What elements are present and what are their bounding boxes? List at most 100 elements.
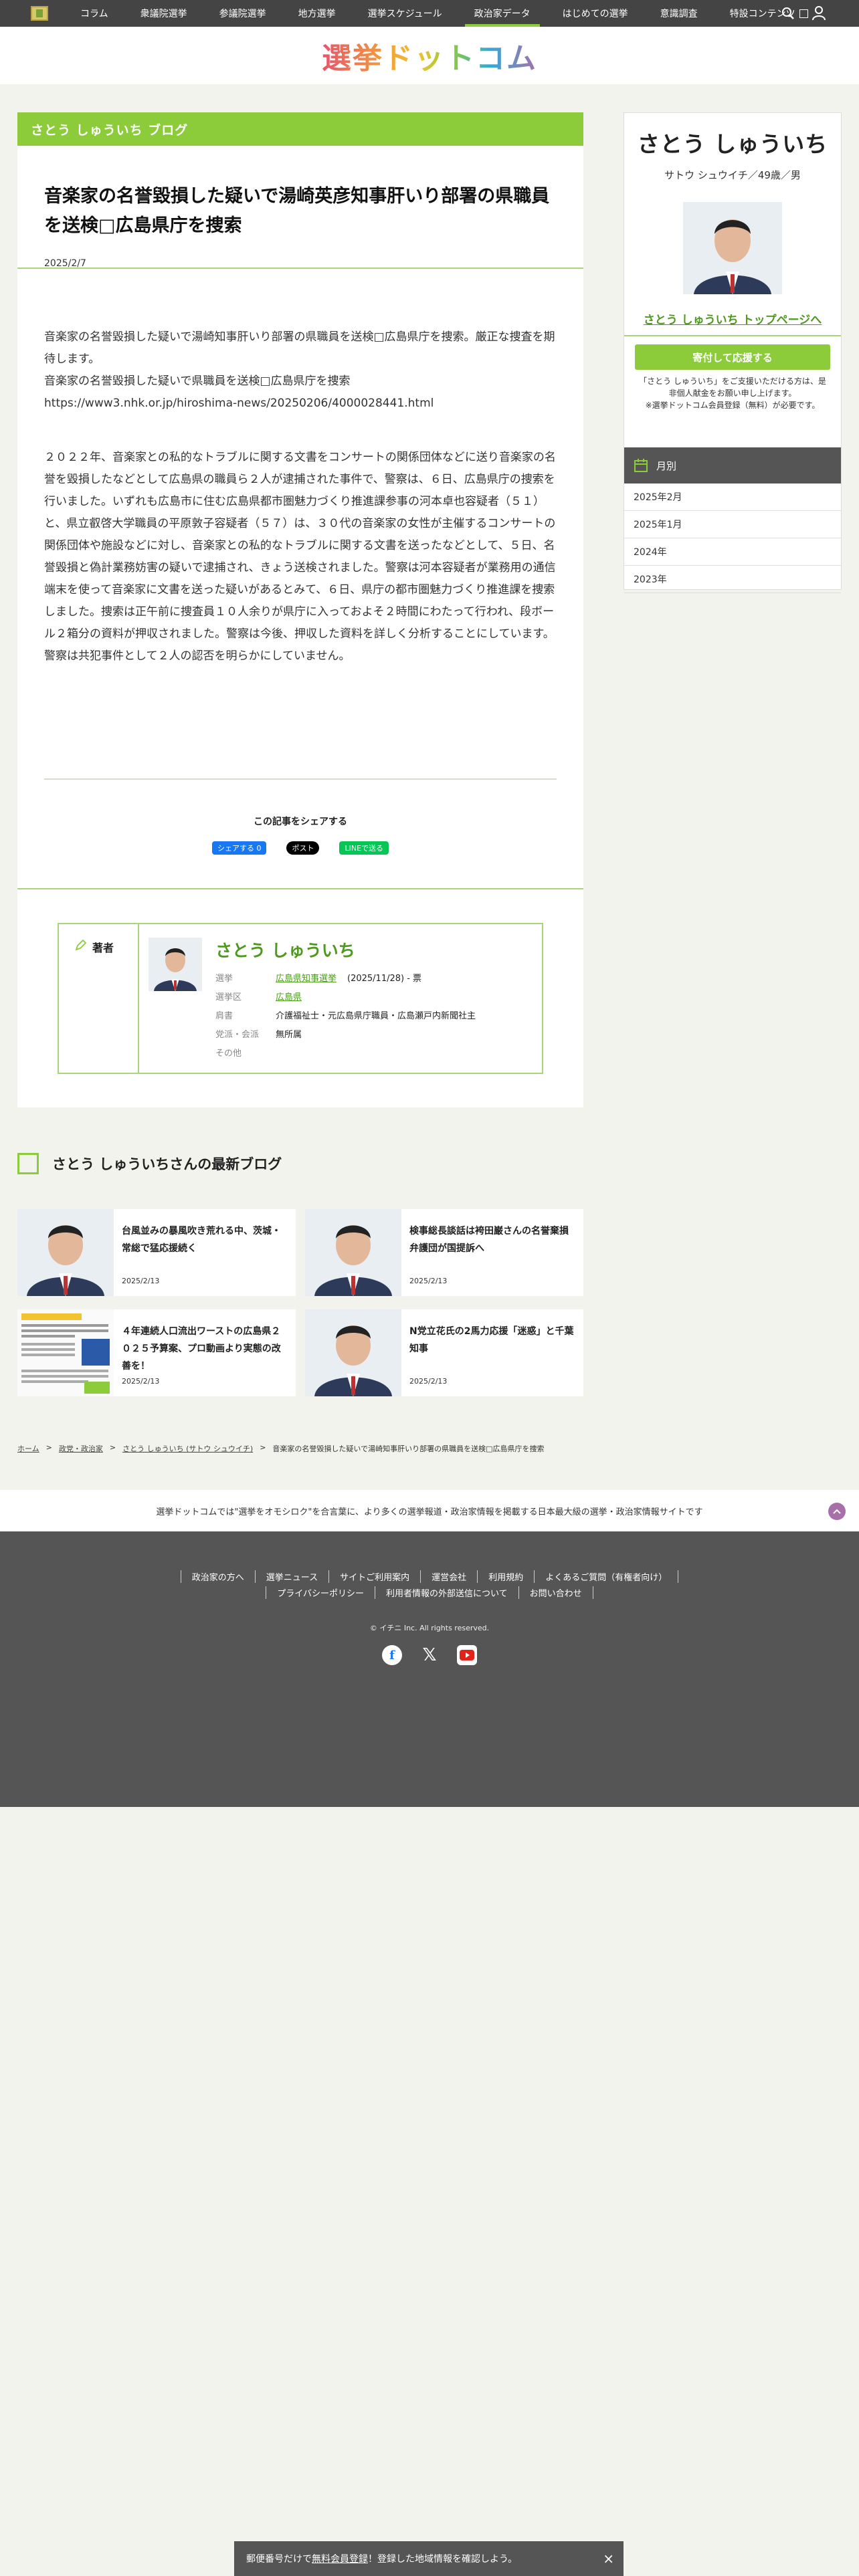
youtube-icon[interactable]: [457, 1645, 477, 1665]
district-link[interactable]: 広島県: [276, 988, 302, 1007]
home-icon[interactable]: [31, 6, 48, 21]
source-url: https://www3.nhk.or.jp/hiroshima-news/20…: [44, 397, 434, 410]
row-key: その他: [215, 1049, 242, 1059]
month-item[interactable]: 2024年: [624, 538, 841, 566]
x-icon[interactable]: 𝕏: [419, 1645, 440, 1665]
author-name[interactable]: さとう しゅういち: [215, 938, 476, 962]
author-row-party: 党派・会派 無所属: [215, 1026, 476, 1045]
x-post-button[interactable]: ポスト: [286, 841, 320, 855]
footer-link[interactable]: サイトご利用案内: [328, 1570, 420, 1583]
line-share-label: LINEで送る: [345, 844, 384, 853]
blog-card-title: N党立花氏の2馬力応援「迷惑」と千葉知事: [409, 1326, 574, 1354]
blog-card-date: 2025/2/13: [409, 1277, 448, 1285]
site-logo[interactable]: 選挙ドットコム: [322, 34, 537, 77]
blog-card-body: N党立花氏の2馬力応援「迷惑」と千葉知事 2025/2/13: [401, 1309, 583, 1396]
blog-card-date: 2025/2/13: [409, 1377, 448, 1386]
line-share-button[interactable]: LINEで送る: [339, 841, 389, 855]
blog-card-date: 2025/2/13: [122, 1277, 160, 1285]
breadcrumb-politicians[interactable]: 政党・政治家: [59, 1443, 103, 1454]
month-item[interactable]: 2025年2月: [624, 484, 841, 511]
footer-link[interactable]: 政治家の方へ: [180, 1570, 255, 1583]
breadcrumb-politician[interactable]: さとう しゅういち (サトウ シュウイチ): [122, 1443, 253, 1454]
footer-link[interactable]: 運営会社: [420, 1570, 477, 1583]
nav-item-schedule[interactable]: 選挙スケジュール: [352, 0, 458, 27]
back-to-top-button[interactable]: [828, 1503, 846, 1520]
footer-link[interactable]: お問い合わせ: [518, 1586, 593, 1599]
nav-list: コラム 衆議院選挙 参議院選挙 地方選挙 選挙スケジュール 政治家データ はじめ…: [64, 0, 824, 27]
copyright: © イチニ Inc. All rights reserved.: [369, 1624, 490, 1632]
donate-note: 「さとう しゅういち」をご支援いただける方は、是非個人献金をお願い申し上げます。…: [639, 377, 826, 410]
site-header: 選挙ドットコム: [0, 27, 859, 84]
nav-item-local[interactable]: 地方選挙: [282, 0, 352, 27]
donate-button[interactable]: 寄付して応援する: [635, 344, 830, 370]
nav-item-politician-data[interactable]: 政治家データ: [458, 0, 547, 27]
chevron-up-icon: [833, 1509, 841, 1514]
footer-link[interactable]: よくあるご質問（有権者向け）: [534, 1570, 679, 1583]
breadcrumb-home[interactable]: ホーム: [17, 1443, 39, 1454]
sidebar-profile: サトウ シュウイチ／49歳／男: [664, 169, 801, 181]
calendar-icon: [634, 459, 648, 472]
nav-item-sangiin[interactable]: 参議院選挙: [203, 0, 282, 27]
x-post-label: ポスト: [292, 844, 314, 853]
blog-label: さとう しゅういち ブログ: [17, 112, 583, 146]
divider: [17, 888, 583, 889]
article-paragraph-2: ２０２２年、音楽家との私的なトラブルに関する文書をコンサートの関係団体などに送り…: [44, 451, 556, 663]
user-icon[interactable]: [812, 6, 826, 21]
blog-card-body: 台風並みの暴風吹き荒れる中、茨城・常総で猛応援続く 2025/2/13: [114, 1209, 296, 1296]
social-links: f 𝕏: [0, 1645, 859, 1665]
month-item[interactable]: 2025年1月: [624, 511, 841, 538]
author-box: 著者 さとう しゅういち 選挙 広島県知事選挙 (2025/11/28) - 票 選…: [58, 923, 543, 1074]
facebook-icon[interactable]: f: [382, 1645, 402, 1665]
footer-links-row-1: 政治家の方へ 選挙ニュース サイトご利用案内 運営会社 利用規約 よくあるご質問…: [0, 1570, 859, 1583]
latest-blog-title: さとう しゅういちさんの最新ブログ: [52, 1156, 282, 1172]
author-main: さとう しゅういち 選挙 広島県知事選挙 (2025/11/28) - 票 選挙区 広…: [139, 924, 542, 1073]
blog-card[interactable]: 検事総長談話は袴田巌さんの名誉棄損弁護団が国提訴へ 2025/2/13: [305, 1209, 583, 1296]
banner-text-pre: 郵便番号だけで: [246, 2554, 312, 2565]
author-photo[interactable]: [149, 938, 202, 991]
blog-list-icon: [17, 1153, 39, 1174]
tagline-text: 選挙ドットコムでは"選挙をオモシロク"を合言葉に、より多くの選挙報道・政治家情報…: [156, 1507, 703, 1517]
nav-item-survey[interactable]: 意識調査: [644, 0, 714, 27]
close-icon[interactable]: ×: [603, 2551, 614, 2567]
sidebar-top-link[interactable]: さとう しゅういち トップページへ: [624, 310, 841, 327]
latest-blog-header: さとう しゅういちさんの最新ブログ: [17, 1153, 282, 1174]
breadcrumb-current: 音楽家の名誉毀損した疑いで湯崎知事肝いり部署の県職員を送検□広島県庁を捜索: [272, 1444, 545, 1453]
nav-item-shugiin[interactable]: 衆議院選挙: [124, 0, 203, 27]
month-item[interactable]: 2023年: [624, 566, 841, 593]
paragraph-line: 音楽家の名誉毀損した疑いで県職員を送検□広島県庁を捜索: [44, 374, 351, 388]
author-info: さとう しゅういち 選挙 広島県知事選挙 (2025/11/28) - 票 選挙区 広…: [215, 938, 476, 1059]
footer: 政治家の方へ 選挙ニュース サイトご利用案内 運営会社 利用規約 よくあるご質問…: [0, 1531, 859, 1807]
pencil-icon: [75, 939, 87, 951]
footer-link[interactable]: 利用者情報の外部送信について: [375, 1586, 518, 1599]
breadcrumb: ホーム > 政党・政治家 > さとう しゅういち (サトウ シュウイチ) > 音…: [17, 1443, 544, 1454]
sidebar-photo[interactable]: [683, 202, 782, 294]
blog-card-title: ４年連続人口流出ワーストの広島県２０２５予算案、プロ動画より実態の改善を！: [122, 1326, 281, 1372]
nav-item-column[interactable]: コラム: [64, 0, 124, 27]
share-divider: [44, 778, 557, 780]
breadcrumb-separator: >: [45, 1443, 52, 1452]
blog-card-image: [17, 1209, 114, 1296]
tagline-bar: 選挙ドットコムでは"選挙をオモシロク"を合言葉に、より多くの選挙報道・政治家情報…: [0, 1490, 859, 1531]
sidebar-name: さとう しゅういち: [637, 131, 828, 157]
facebook-share-button[interactable]: シェアする 0: [211, 841, 267, 855]
blog-card[interactable]: ４年連続人口流出ワーストの広島県２０２５予算案、プロ動画より実態の改善を！ 20…: [17, 1309, 296, 1396]
nav-item-first-election[interactable]: はじめての選挙: [547, 0, 644, 27]
footer-link[interactable]: 選挙ニュース: [254, 1570, 328, 1583]
blog-card-title: 台風並みの暴風吹き荒れる中、茨城・常総で猛応援続く: [122, 1226, 281, 1254]
facebook-share-label: シェアする 0: [217, 844, 262, 853]
search-icon[interactable]: [781, 7, 795, 20]
footer-links-row-2: プライバシーポリシー 利用者情報の外部送信について お問い合わせ: [0, 1586, 859, 1599]
top-nav: コラム 衆議院選挙 参議院選挙 地方選挙 選挙スケジュール 政治家データ はじめ…: [0, 0, 859, 27]
blog-card-image: [17, 1309, 114, 1396]
row-key: 選挙: [215, 974, 233, 984]
breadcrumb-separator: >: [260, 1443, 266, 1452]
footer-link[interactable]: プライバシーポリシー: [266, 1586, 375, 1599]
author-label-text: 著者: [92, 942, 114, 954]
blog-card[interactable]: N党立花氏の2馬力応援「迷惑」と千葉知事 2025/2/13: [305, 1309, 583, 1396]
footer-link[interactable]: 利用規約: [477, 1570, 534, 1583]
row-value: 無所属: [276, 1030, 302, 1040]
share-title: この記事をシェアする: [254, 817, 347, 827]
signup-link[interactable]: 無料会員登録: [312, 2552, 368, 2565]
blog-card[interactable]: 台風並みの暴風吹き荒れる中、茨城・常総で猛応援続く 2025/2/13: [17, 1209, 296, 1296]
election-link[interactable]: 広島県知事選挙: [276, 970, 337, 988]
